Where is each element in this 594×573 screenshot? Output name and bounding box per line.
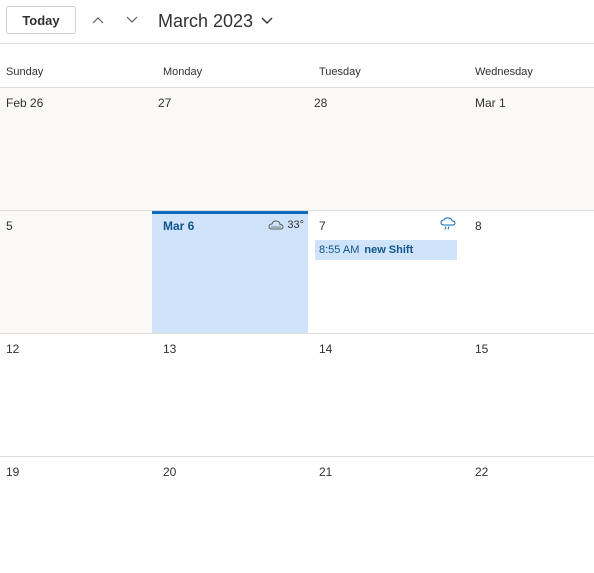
- day-cell[interactable]: 7 8:55 AM new Shift: [308, 211, 464, 333]
- weather-temperature: 33°: [287, 219, 304, 231]
- weather-forecast[interactable]: 33°: [268, 219, 304, 231]
- week-row: Feb 26 27 28 Mar 1: [0, 88, 594, 211]
- day-cell[interactable]: 21: [308, 457, 464, 573]
- date-label: 22: [475, 465, 489, 479]
- day-cell[interactable]: 20: [152, 457, 308, 573]
- day-cell[interactable]: 5: [0, 211, 152, 333]
- date-label: Feb 26: [6, 96, 44, 110]
- rain-cloud-icon: [440, 217, 456, 230]
- week-row: 12 13 14 15: [0, 334, 594, 457]
- week-row: 19 20 21 22: [0, 457, 594, 573]
- event-title: new Shift: [364, 244, 414, 256]
- date-label: 21: [319, 465, 333, 479]
- next-month-button[interactable]: [122, 10, 142, 30]
- today-button[interactable]: Today: [6, 6, 76, 34]
- previous-month-button[interactable]: [88, 10, 108, 30]
- date-label: 27: [158, 96, 172, 110]
- day-cell[interactable]: 15: [464, 334, 594, 456]
- date-label: 14: [319, 342, 333, 356]
- day-cell[interactable]: 8: [464, 211, 594, 333]
- day-header-sunday: Sunday: [6, 66, 44, 78]
- day-cell[interactable]: 19: [0, 457, 152, 573]
- chevron-down-icon: [261, 17, 273, 24]
- month-picker[interactable]: March 2023: [158, 9, 273, 33]
- day-cell[interactable]: 13: [152, 334, 308, 456]
- date-label: 19: [6, 465, 20, 479]
- day-header-tuesday: Tuesday: [319, 66, 361, 78]
- chevron-up-icon: [92, 17, 104, 24]
- date-label: 28: [314, 96, 328, 110]
- date-label: 7: [319, 219, 326, 233]
- day-cell[interactable]: 12: [0, 334, 152, 456]
- date-label: Mar 6: [163, 219, 195, 233]
- date-label: 15: [475, 342, 489, 356]
- day-header-wednesday: Wednesday: [475, 66, 533, 78]
- date-label: 8: [475, 219, 482, 233]
- date-label: 13: [163, 342, 177, 356]
- chevron-down-icon: [126, 16, 138, 23]
- date-label: 5: [6, 219, 13, 233]
- month-title: March 2023: [158, 10, 254, 31]
- day-cell-today[interactable]: Mar 6 33°: [152, 211, 308, 333]
- date-label: 12: [6, 342, 20, 356]
- calendar-event[interactable]: 8:55 AM new Shift: [315, 240, 457, 260]
- day-cell[interactable]: 22: [464, 457, 594, 573]
- date-label: 20: [163, 465, 177, 479]
- week-row: 5 Mar 6 33° 7 8:55 AM new Shift 8: [0, 211, 594, 334]
- weather-forecast[interactable]: [440, 217, 456, 236]
- day-cell[interactable]: Mar 1: [464, 88, 594, 210]
- day-cell[interactable]: Feb 26: [0, 88, 152, 210]
- day-cell[interactable]: 14: [308, 334, 464, 456]
- day-header-monday: Monday: [163, 66, 203, 78]
- calendar-toolbar: Today March 2023: [0, 0, 594, 44]
- day-cell[interactable]: 27: [152, 88, 308, 210]
- day-headers: Sunday Monday Tuesday Wednesday: [0, 44, 594, 88]
- day-cell[interactable]: 28: [308, 88, 464, 210]
- date-label: Mar 1: [475, 96, 506, 110]
- cloudy-icon: [268, 220, 284, 230]
- event-time: 8:55 AM: [319, 244, 360, 256]
